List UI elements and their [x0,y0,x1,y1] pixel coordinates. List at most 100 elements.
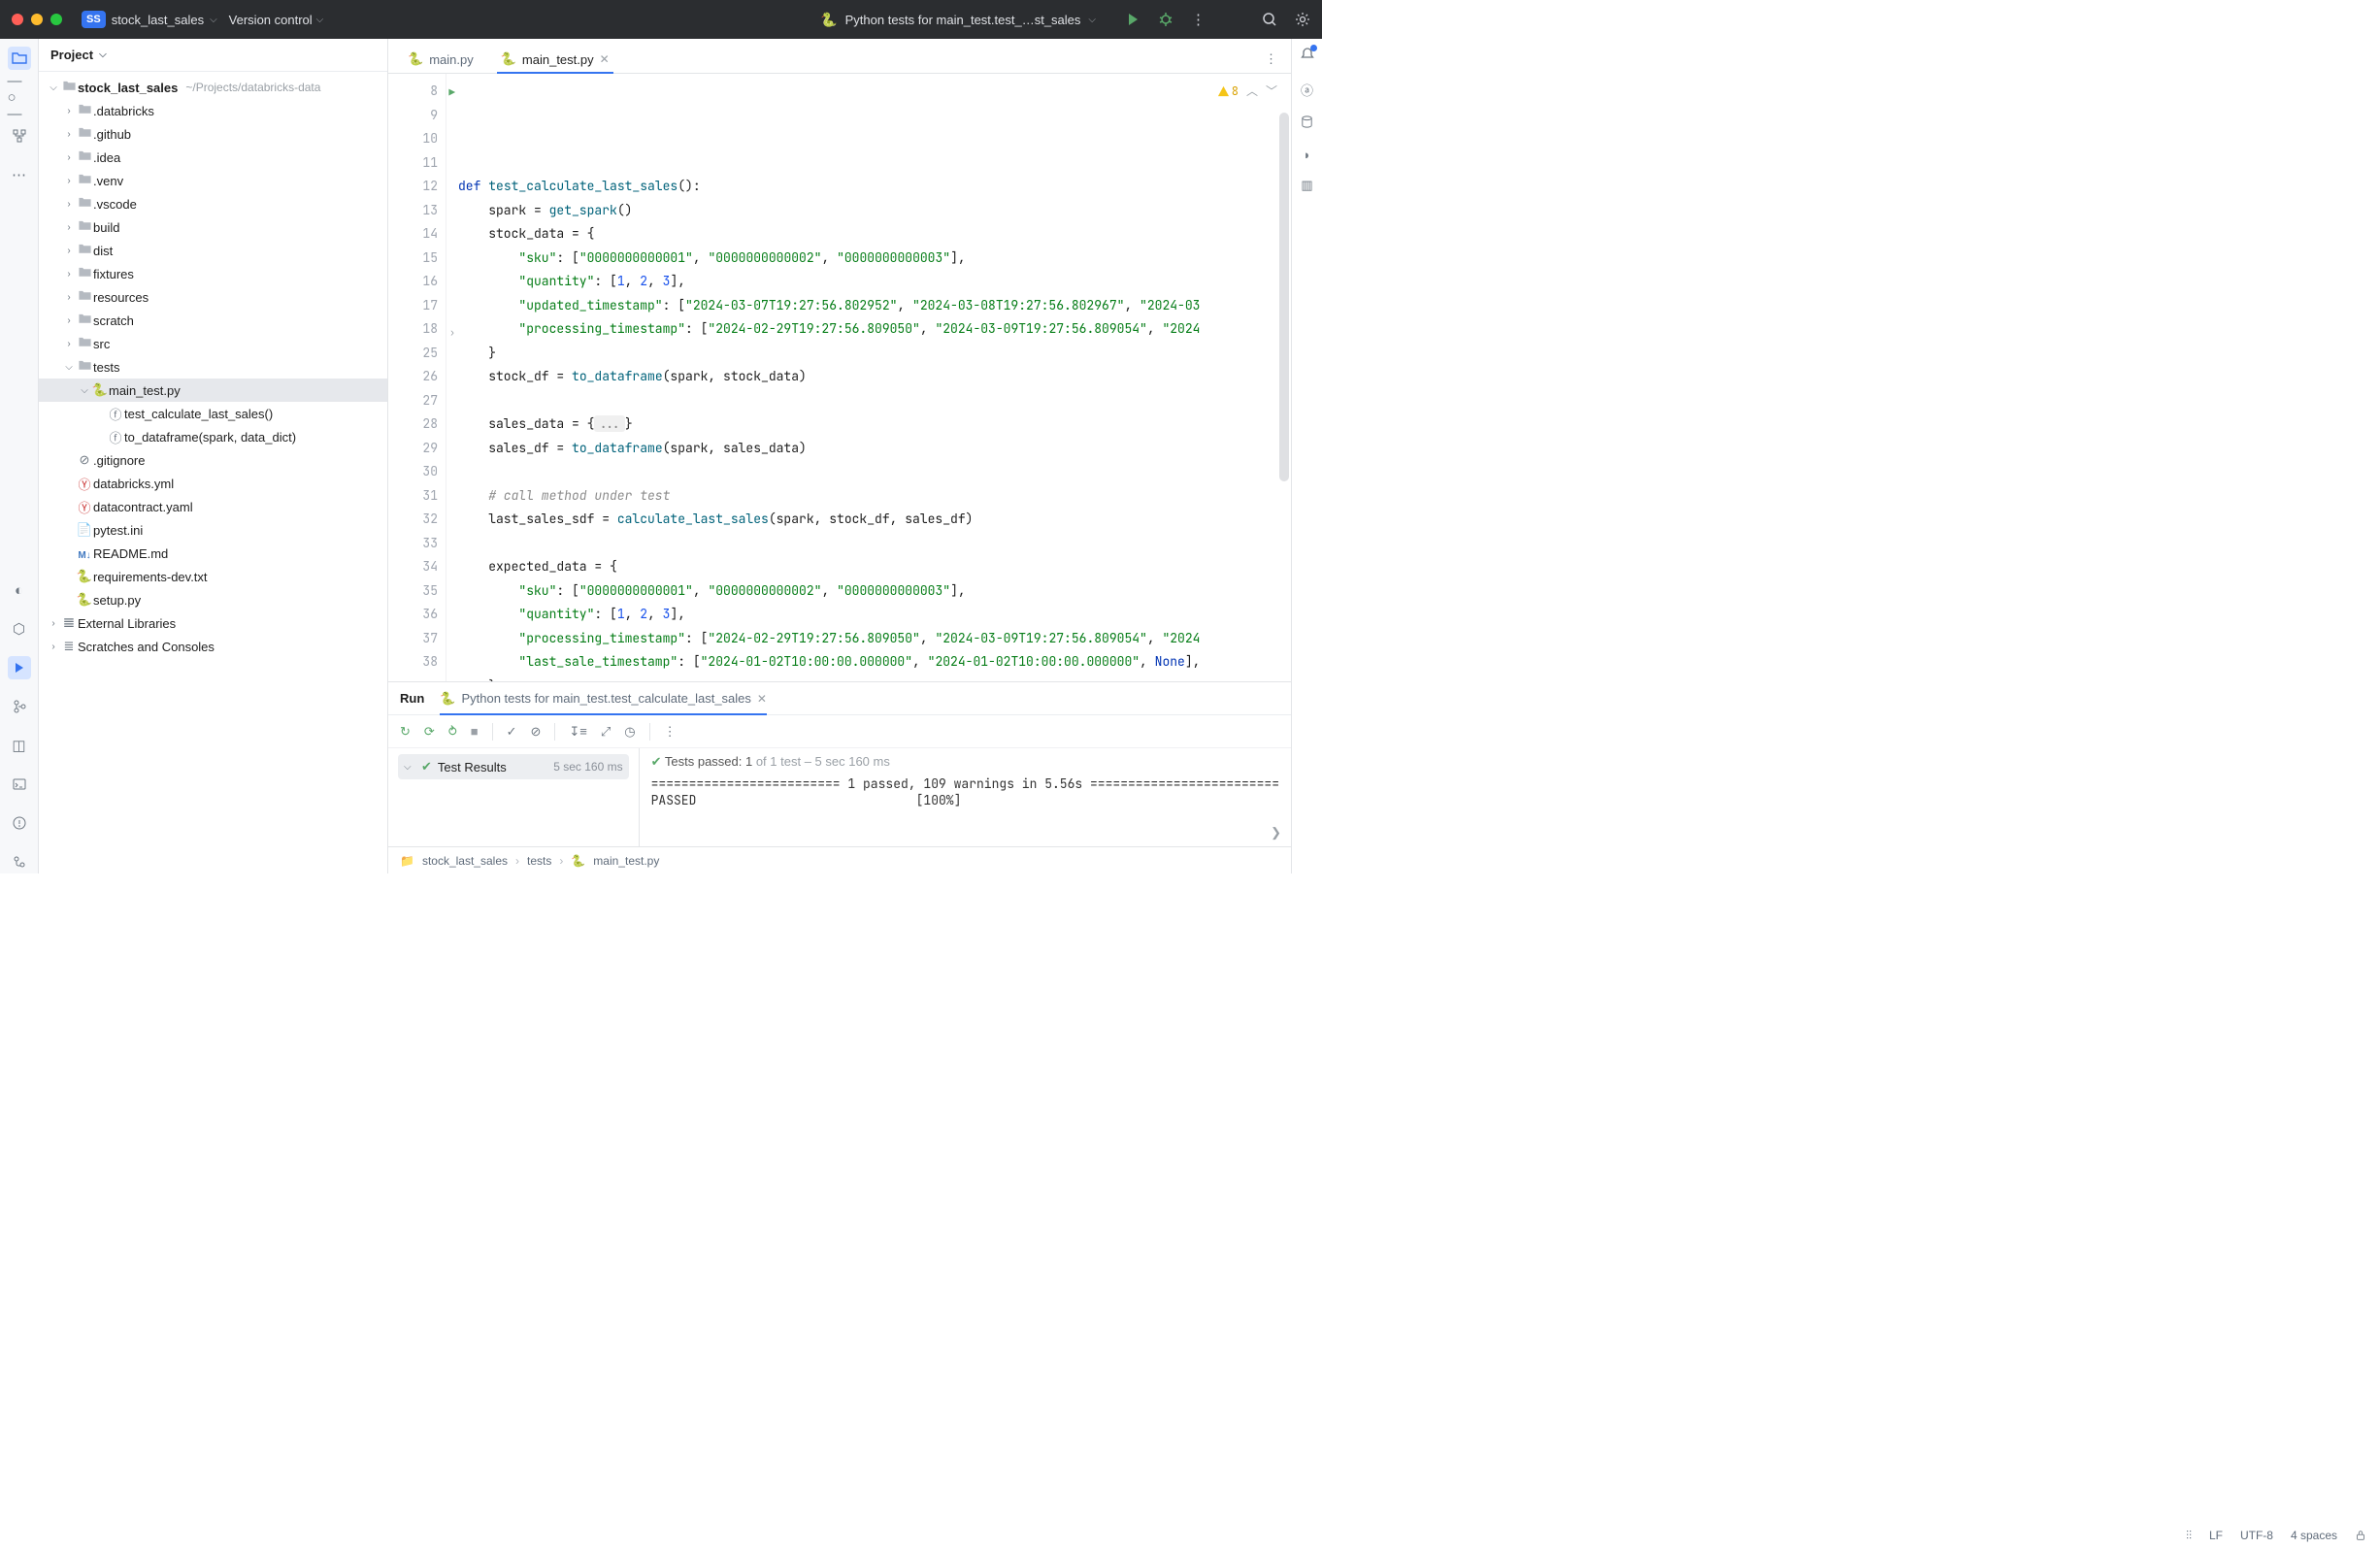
test-console[interactable]: ✔ Tests passed: 1 of 1 test – 5 sec 160 … [640,748,1291,846]
sciview-button[interactable]: ▥ [1301,178,1312,193]
python-tests-icon: 🐍 [440,691,455,707]
project-selector[interactable]: SS stock_last_sales ⌵ [82,11,217,28]
project-tool-button[interactable] [8,47,31,70]
run-button[interactable] [1125,11,1140,28]
tree-folder[interactable]: ›.databricks [39,99,387,122]
tree-file[interactable]: ⊘.gitignore [39,448,387,472]
run-configuration-selector[interactable]: 🐍 Python tests for main_test.test_…st_sa… [820,12,1096,28]
problems-tool-button[interactable] [8,811,31,835]
left-toolbar: —○— ⋯ ◐ ⬡ ◫ [0,39,39,873]
breadcrumb-segment[interactable]: main_test.py [593,854,659,868]
sort-button[interactable]: ↧≡ [569,724,586,740]
tree-folder[interactable]: ›resources [39,285,387,309]
terminal-tool-button[interactable] [8,773,31,796]
readonly-toggle[interactable] [2355,1530,2366,1541]
tree-folder[interactable]: ›fixtures [39,262,387,285]
editor-inspection-badges[interactable]: 8 ︿ ﹀ [1217,80,1277,104]
breadcrumb-segment[interactable]: tests [527,854,551,868]
tree-folder[interactable]: ›dist [39,239,387,262]
editor-gutter[interactable]: 8▶9101112131415161718›252627282930313233… [388,74,446,681]
test-results-time: 5 sec 160 ms [553,760,622,774]
tree-file[interactable]: 🐍setup.py [39,588,387,611]
expand-all-button[interactable]: ⤢ [601,724,611,740]
close-tab-button[interactable]: ✕ [600,52,610,66]
tree-file[interactable]: 🐍requirements-dev.txt [39,565,387,588]
editor-area: 🐍 main.py 🐍 main_test.py ✕ ⋮ 8▶910111213… [388,39,1291,873]
show-passed-button[interactable]: ✓ [507,724,517,740]
breadcrumb-segment[interactable]: stock_last_sales [422,854,508,868]
tree-root[interactable]: ⌵stock_last_sales~/Projects/databricks-d… [39,76,387,99]
line-separator-selector[interactable]: LF [2209,1529,2223,1542]
more-tool-button[interactable]: ⋯ [8,163,31,186]
project-tree[interactable]: ⌵stock_last_sales~/Projects/databricks-d… [39,72,387,873]
close-window-button[interactable] [12,14,23,25]
tree-function[interactable]: ⓕto_dataframe(spark, data_dict) [39,425,387,448]
toggle-auto-test-button[interactable]: ⥁ [448,724,457,740]
warning-badge[interactable]: 8 [1217,80,1239,104]
tree-file-main-test[interactable]: ⌵🐍main_test.py [39,379,387,402]
python-console-button[interactable]: ◐ [8,578,31,602]
tree-folder[interactable]: ›src [39,332,387,355]
indent-selector[interactable]: 4 spaces [2291,1529,2337,1542]
encoding-selector[interactable]: UTF-8 [2240,1529,2273,1542]
tree-file[interactable]: Ⓨdatabricks.yml [39,472,387,495]
next-highlight-button[interactable]: ﹀ [1266,80,1277,104]
tab-main-test-py[interactable]: 🐍 main_test.py ✕ [489,46,621,73]
git-tool-button[interactable] [8,695,31,718]
debug-button[interactable] [1158,11,1173,28]
test-results-row[interactable]: ⌵ ✔ Test Results 5 sec 160 ms [398,754,629,779]
more-actions-button[interactable]: ⋮ [1191,11,1206,28]
prev-highlight-button[interactable]: ︿ [1246,80,1258,104]
stop-button[interactable]: ■ [471,724,479,739]
scroll-to-end-button[interactable]: ❯ [1271,825,1281,840]
run-panel: Run 🐍 Python tests for main_test.test_ca… [388,681,1291,846]
rerun-button[interactable]: ↻ [400,724,411,740]
databricks-button[interactable]: ◗ [1304,148,1311,162]
test-results-tree[interactable]: ⌵ ✔ Test Results 5 sec 160 ms [388,748,640,846]
editor-scrollbar[interactable] [1279,113,1289,481]
tree-file[interactable]: M↓README.md [39,542,387,565]
tree-file[interactable]: Ⓨdatacontract.yaml [39,495,387,518]
minimize-window-button[interactable] [31,14,43,25]
tree-folder[interactable]: ›.idea [39,146,387,169]
maximize-window-button[interactable] [50,14,62,25]
tree-folder[interactable]: ›scratch [39,309,387,332]
ai-assistant-button[interactable]: ⓐ [1301,81,1313,99]
database-tool-button[interactable] [1300,115,1314,132]
run-tool-button[interactable] [8,656,31,679]
test-history-button[interactable]: ◷ [624,724,635,740]
version-control-menu[interactable]: Version control ⌵ [229,13,324,27]
chevron-down-icon: ⌵ [316,15,324,25]
folder-icon: 📁 [400,854,414,868]
tree-folder[interactable]: ›build [39,215,387,239]
search-everywhere-button[interactable] [1262,11,1277,28]
vcs-tool-button[interactable] [8,850,31,873]
editor-tabs-more-button[interactable]: ⋮ [1259,46,1283,73]
tree-folder[interactable]: ›.github [39,122,387,146]
commit-tool-button[interactable]: —○— [8,85,31,109]
tree-scratches[interactable]: ›≣Scratches and Consoles [39,635,387,658]
services-tool-button[interactable]: ⬡ [8,617,31,641]
code-editor[interactable]: 8 ︿ ﹀ def test_calculate_last_sales(): s… [446,74,1291,681]
structure-tool-button[interactable] [8,124,31,148]
run-panel-title: Run [400,691,424,706]
indent-guides-toggle[interactable]: ⫶⫶ [2186,1529,2192,1543]
run-config-tab[interactable]: 🐍 Python tests for main_test.test_calcul… [440,691,767,707]
rerun-failed-button[interactable]: ⟳ [424,724,435,740]
database-tool-button[interactable]: ◫ [8,734,31,757]
tab-main-py[interactable]: 🐍 main.py [396,46,485,73]
tree-file[interactable]: 📄pytest.ini [39,518,387,542]
tree-folder[interactable]: ›.vscode [39,192,387,215]
close-run-tab-button[interactable]: ✕ [757,692,767,706]
notifications-button[interactable] [1300,47,1315,65]
settings-button[interactable] [1295,11,1310,28]
breadcrumb-separator: › [559,854,563,868]
tree-function[interactable]: ⓕtest_calculate_last_sales() [39,402,387,425]
run-toolbar-more-button[interactable]: ⋮ [664,724,677,740]
warning-count: 8 [1232,80,1239,104]
tree-external-libraries[interactable]: ›𝌆External Libraries [39,611,387,635]
project-panel-header[interactable]: Project ⌵ [39,39,387,72]
tree-folder[interactable]: ›.venv [39,169,387,192]
tree-folder-tests[interactable]: ⌵tests [39,355,387,379]
show-ignored-button[interactable]: ⊘ [530,724,541,740]
